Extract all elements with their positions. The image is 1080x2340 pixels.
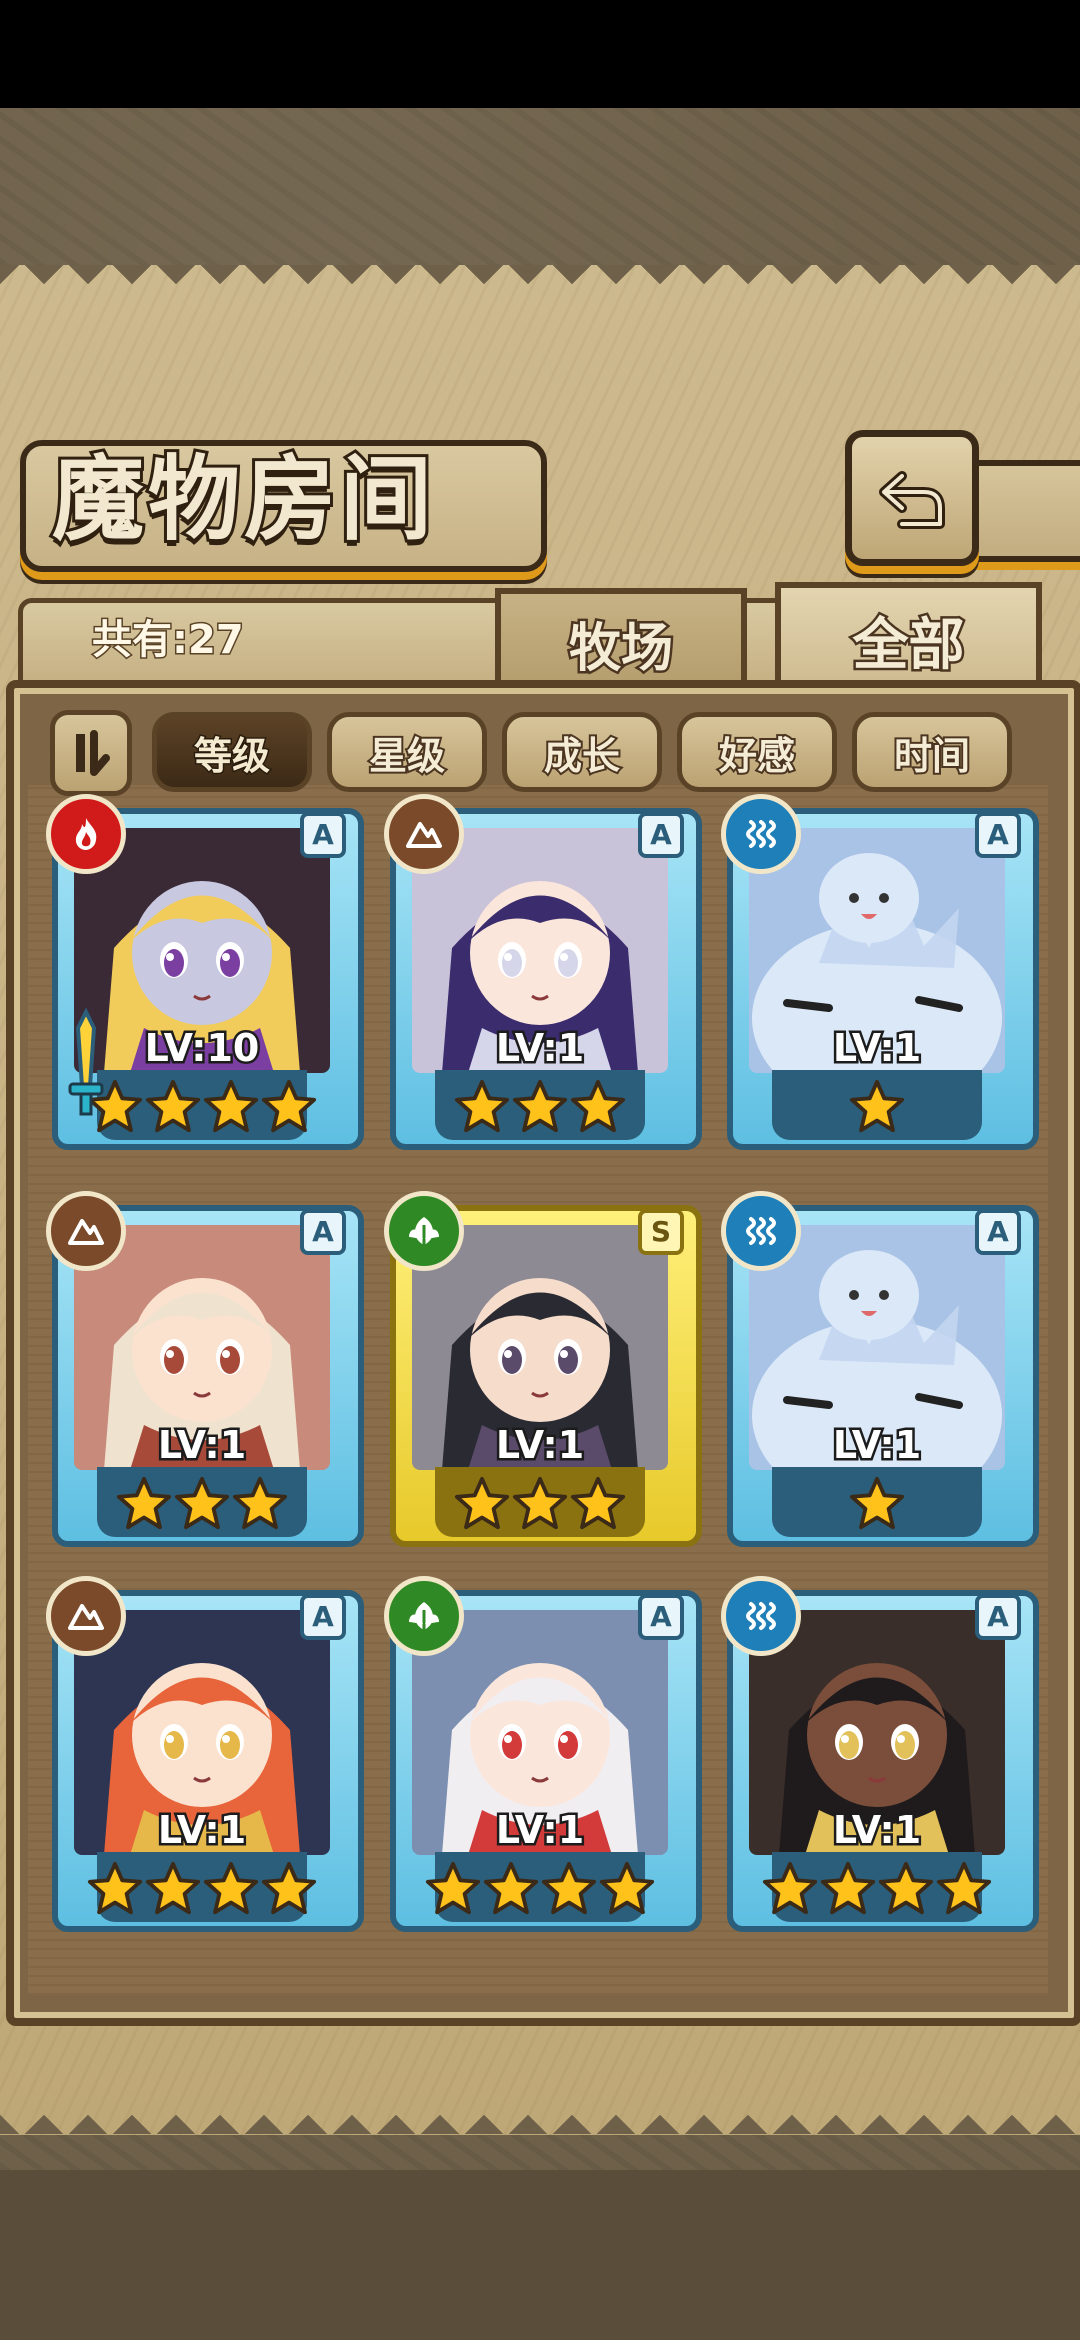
star-icon <box>202 1078 260 1144</box>
rank-badge: A <box>975 812 1021 858</box>
parchment-edge-bottom <box>0 2100 1080 2134</box>
star-icon <box>848 1475 906 1541</box>
monster-card[interactable]: A LV:1 <box>721 1576 1039 1940</box>
monster-level: LV:1 <box>830 1806 923 1855</box>
star-rating <box>727 1860 1027 1926</box>
monster-level: LV:1 <box>155 1806 248 1855</box>
star-icon <box>598 1860 656 1926</box>
star-icon <box>260 1078 318 1144</box>
earth-element-icon <box>384 794 464 874</box>
page-title: 魔物房间 <box>49 443 437 556</box>
monster-card[interactable]: S LV:1 <box>384 1191 702 1555</box>
rank-badge: A <box>975 1209 1021 1255</box>
star-icon <box>173 1475 231 1541</box>
star-rating <box>390 1860 690 1926</box>
star-icon <box>144 1078 202 1144</box>
star-rating <box>727 1078 1027 1144</box>
sort-order-icon <box>76 730 110 776</box>
star-icon <box>86 1860 144 1926</box>
wood-element-icon <box>384 1576 464 1656</box>
monster-card[interactable]: A LV:1 <box>721 794 1039 1158</box>
star-icon <box>144 1860 202 1926</box>
fire-element-icon <box>46 794 126 874</box>
star-icon <box>848 1078 906 1144</box>
sort-order-toggle[interactable] <box>50 710 132 796</box>
monster-level: LV:1 <box>493 1806 586 1855</box>
rank-badge: A <box>300 812 346 858</box>
monster-card[interactable]: A LV:10 <box>46 794 364 1158</box>
star-rating <box>727 1475 1027 1541</box>
monster-card[interactable]: A LV:1 <box>721 1191 1039 1555</box>
wood-element-icon <box>384 1191 464 1271</box>
monster-card[interactable]: A LV:1 <box>384 794 702 1158</box>
rank-badge: A <box>300 1209 346 1255</box>
star-icon <box>569 1078 627 1144</box>
star-rating <box>390 1475 690 1541</box>
star-icon <box>511 1078 569 1144</box>
star-rating <box>52 1475 352 1541</box>
monster-level: LV:1 <box>155 1421 248 1470</box>
star-icon <box>935 1860 993 1926</box>
monster-level: LV:10 <box>142 1024 262 1073</box>
rank-badge: A <box>300 1594 346 1640</box>
star-icon <box>260 1860 318 1926</box>
star-icon <box>819 1860 877 1926</box>
sort-affection-button[interactable]: 好感 <box>677 712 837 792</box>
star-rating <box>390 1078 690 1144</box>
star-icon <box>877 1860 935 1926</box>
monster-level: LV:1 <box>830 1024 923 1073</box>
tab-ranch[interactable]: 牧场 <box>495 588 747 692</box>
star-icon <box>453 1475 511 1541</box>
star-icon <box>453 1078 511 1144</box>
parchment-edge-top <box>0 265 1080 299</box>
sort-level-button[interactable]: 等级 <box>152 712 312 792</box>
monster-level: LV:1 <box>493 1024 586 1073</box>
star-icon <box>482 1860 540 1926</box>
rank-badge: A <box>638 812 684 858</box>
star-icon <box>511 1475 569 1541</box>
monster-count: 共有:27 <box>91 616 246 665</box>
monster-card[interactable]: A LV:1 <box>46 1576 364 1940</box>
star-icon <box>761 1860 819 1926</box>
star-icon <box>569 1475 627 1541</box>
water-element-icon <box>721 1576 801 1656</box>
monster-level: LV:1 <box>493 1421 586 1470</box>
rank-badge: A <box>975 1594 1021 1640</box>
earth-element-icon <box>46 1576 126 1656</box>
water-element-icon <box>721 794 801 874</box>
sort-growth-button[interactable]: 成长 <box>502 712 662 792</box>
star-icon <box>540 1860 598 1926</box>
earth-element-icon <box>46 1191 126 1271</box>
star-icon <box>202 1860 260 1926</box>
tab-all[interactable]: 全部 <box>775 582 1042 692</box>
rank-badge: A <box>638 1594 684 1640</box>
sword-icon <box>68 1008 104 1116</box>
star-icon <box>424 1860 482 1926</box>
monster-card[interactable]: A LV:1 <box>46 1191 364 1555</box>
sort-stars-button[interactable]: 星级 <box>327 712 487 792</box>
water-element-icon <box>721 1191 801 1271</box>
map-background-bottom <box>0 2170 1080 2340</box>
star-icon <box>231 1475 289 1541</box>
back-arrow-icon <box>879 471 945 529</box>
rank-badge: S <box>638 1209 684 1255</box>
back-button[interactable] <box>845 430 979 566</box>
status-bar <box>0 0 1080 108</box>
monster-card[interactable]: A LV:1 <box>384 1576 702 1940</box>
star-icon <box>115 1475 173 1541</box>
sort-time-button[interactable]: 时间 <box>852 712 1012 792</box>
monster-level: LV:1 <box>830 1421 923 1470</box>
star-rating <box>52 1860 352 1926</box>
